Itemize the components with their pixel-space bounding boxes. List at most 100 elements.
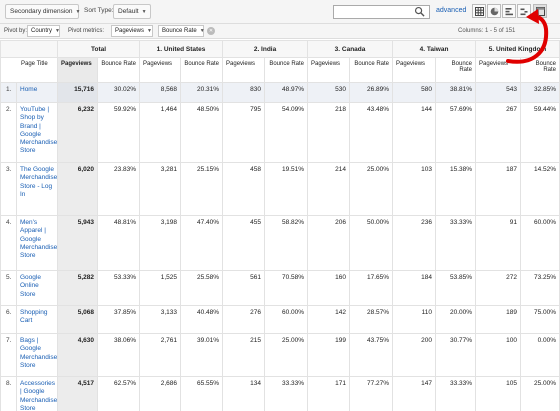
chevron-down-icon: ▼: [147, 28, 152, 34]
columns-pagination: Columns: 1 - 5 of 151: [458, 28, 516, 34]
column-header-pageviews[interactable]: Pageviews: [392, 57, 437, 83]
pageviews-cell: 795: [222, 102, 266, 163]
bounce-rate-cell: 30.77%: [435, 333, 477, 377]
pivot-by-dropdown[interactable]: Country ▼: [27, 25, 60, 37]
bounce-rate-cell: 77.27%: [349, 376, 394, 411]
page-title-link[interactable]: Google Online Store: [16, 270, 58, 306]
bounce-rate-cell: 60.00%: [520, 215, 560, 271]
bounce-rate-cell: 59.92%: [96, 102, 141, 163]
page-title-link[interactable]: Accessories | Google Merchandise Store: [16, 376, 58, 411]
pageviews-cell: 455: [222, 215, 266, 271]
row-index: 8.: [0, 376, 17, 411]
sort-type-dropdown[interactable]: Default ▼: [113, 4, 151, 19]
column-header-page-title[interactable]: Page Title: [0, 57, 58, 83]
group-header-total: Total: [56, 40, 141, 58]
grid-icon: [474, 6, 484, 16]
table-body: 1. Home 15,716 30.02% 8,568 20.31% 830 48.97% 53…: [0, 82, 560, 411]
pageviews-cell: 134: [222, 376, 266, 411]
bounce-rate-cell: 38.06%: [96, 333, 141, 377]
bounce-rate-cell: 28.57%: [349, 305, 394, 334]
column-header-bounce-rate[interactable]: Bounce Rate: [264, 57, 309, 83]
pageviews-cell: 3,133: [139, 305, 182, 334]
group-header-taiwan: 4. Taiwan: [392, 40, 477, 58]
column-header-pageviews[interactable]: Pageviews: [307, 57, 351, 83]
pageviews-cell: 110: [392, 305, 437, 334]
pageviews-cell: 272: [475, 270, 522, 306]
total-pageviews: 4,517: [57, 376, 98, 411]
bounce-rate-cell: 48.97%: [264, 82, 309, 103]
bounce-rate-cell: 25.00%: [264, 333, 309, 377]
pageviews-cell: 91: [475, 215, 522, 271]
bounce-rate-cell: 59.44%: [520, 102, 560, 163]
bounce-rate-cell: 23.83%: [96, 162, 141, 216]
remove-metric-icon[interactable]: ✕: [207, 27, 215, 35]
sort-type-value: Default: [118, 8, 139, 15]
bounce-rate-cell: 25.58%: [180, 270, 224, 306]
pageviews-cell: 215: [222, 333, 266, 377]
pageviews-cell: 530: [307, 82, 351, 103]
pivot-by-value: Country: [31, 28, 53, 34]
pivot-by-label: Pivot by:: [4, 28, 28, 34]
chevron-down-icon: ▼: [199, 28, 205, 34]
column-header-bounce-rate[interactable]: Bounce Rate: [435, 57, 477, 83]
pageviews-cell: 561: [222, 270, 266, 306]
column-header-pageviews[interactable]: Pageviews: [57, 57, 98, 83]
percentage-view-button[interactable]: [487, 4, 501, 18]
pageviews-cell: 543: [475, 82, 522, 103]
search-icon[interactable]: [414, 6, 425, 17]
column-header-pageviews[interactable]: Pageviews: [139, 57, 182, 83]
bounce-rate-cell: 19.51%: [264, 162, 309, 216]
pageviews-cell: 103: [392, 162, 437, 216]
comparison-view-button[interactable]: [517, 4, 531, 18]
column-header-bounce-rate[interactable]: Bounce Rate: [349, 57, 394, 83]
secondary-dimension-dropdown[interactable]: Secondary dimension ▼: [5, 4, 80, 19]
bounce-rate-cell: 57.69%: [435, 102, 477, 163]
column-header-bounce-rate[interactable]: Bounce Rate: [520, 57, 560, 83]
advanced-link[interactable]: advanced: [436, 7, 466, 14]
table-row: 2. YouTube | Shop by Brand | Google Merch…: [0, 102, 560, 163]
page-title-link[interactable]: Home: [16, 82, 58, 103]
row-index: 6.: [0, 305, 17, 334]
group-header-united-states: 1. United States: [139, 40, 224, 58]
column-header-bounce-rate[interactable]: Bounce Rate: [180, 57, 224, 83]
pageviews-cell: 144: [392, 102, 437, 163]
pageviews-cell: 200: [392, 333, 437, 377]
data-table-view-button[interactable]: [472, 4, 486, 18]
page-title-link[interactable]: Shopping Cart: [16, 305, 58, 334]
pageviews-cell: 458: [222, 162, 266, 216]
pageviews-cell: 218: [307, 102, 351, 163]
bounce-rate-cell: 53.85%: [435, 270, 477, 306]
page-title-link[interactable]: YouTube | Shop by Brand | Google Merchan…: [16, 102, 58, 163]
bounce-rate-cell: 25.00%: [349, 162, 394, 216]
pivot-view-button[interactable]: [533, 4, 547, 18]
bounce-rate-cell: 54.09%: [264, 102, 309, 163]
bounce-rate-cell: 25.15%: [180, 162, 224, 216]
bounce-rate-cell: 37.85%: [96, 305, 141, 334]
bounce-rate-cell: 33.33%: [435, 215, 477, 271]
pivot-bar: Pivot by: Country ▼ Pivot metrics: Pagevi…: [0, 24, 560, 39]
row-index: 1.: [0, 82, 17, 103]
performance-view-button[interactable]: [502, 4, 516, 18]
pageviews-cell: 147: [392, 376, 437, 411]
column-header-pageviews[interactable]: Pageviews: [475, 57, 522, 83]
pie-chart-icon: [490, 7, 498, 15]
pageviews-cell: 1,525: [139, 270, 182, 306]
page-title-link[interactable]: Men's Apparel | Google Merchandise Store: [16, 215, 58, 271]
column-header-bounce-rate[interactable]: Bounce Rate: [96, 57, 141, 83]
row-index: 2.: [0, 102, 17, 163]
bounce-rate-cell: 14.52%: [520, 162, 560, 216]
bounce-rate-cell: 70.58%: [264, 270, 309, 306]
pageviews-cell: 184: [392, 270, 437, 306]
pivot-metric-1-dropdown[interactable]: Pageviews ▼: [111, 25, 153, 37]
pivot-metric-2-dropdown[interactable]: Bounce Rate ▼: [158, 25, 205, 37]
page-title-link[interactable]: Bags | Google Merchandise Store: [16, 333, 58, 377]
pageviews-cell: 187: [475, 162, 522, 216]
table-row: 5. Google Online Store 5,282 53.33% 1,525 25.…: [0, 270, 560, 306]
bounce-rate-cell: 58.82%: [264, 215, 309, 271]
page-title-link[interactable]: The Google Merchandise Store - Log In: [16, 162, 58, 216]
bounce-rate-cell: 20.31%: [180, 82, 224, 103]
column-header-pageviews[interactable]: Pageviews: [222, 57, 266, 83]
bounce-rate-cell: 33.33%: [435, 376, 477, 411]
pageviews-cell: 580: [392, 82, 437, 103]
pageviews-cell: 2,761: [139, 333, 182, 377]
